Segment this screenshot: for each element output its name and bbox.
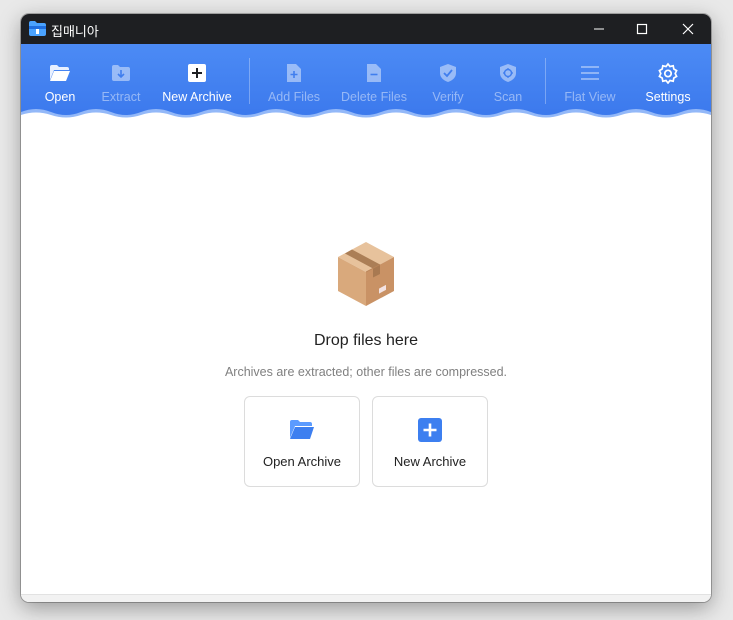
toolbar: Open Extract New Archive Add Files Delet… xyxy=(21,44,711,120)
maximize-icon xyxy=(636,23,648,35)
toolbar-separator xyxy=(249,58,250,104)
close-icon xyxy=(682,23,694,35)
folder-open-icon xyxy=(49,62,71,84)
toolbar-wave-decoration xyxy=(21,109,711,120)
plus-square-icon xyxy=(186,62,208,84)
drop-subtitle: Archives are extracted; other files are … xyxy=(224,365,508,379)
status-bar xyxy=(21,594,711,602)
plus-square-icon xyxy=(417,417,443,443)
close-button[interactable] xyxy=(665,14,711,44)
drop-title: Drop files here xyxy=(313,332,419,349)
delete-file-icon xyxy=(363,62,385,84)
drop-zone[interactable]: Drop files here Archives are extracted; … xyxy=(21,120,711,594)
minimize-button[interactable] xyxy=(576,14,622,44)
toolbar-separator xyxy=(545,58,546,104)
add-file-icon xyxy=(283,62,305,84)
package-box-icon xyxy=(335,240,397,310)
new-archive-button[interactable]: New Archive xyxy=(372,396,488,487)
shield-scan-icon xyxy=(497,62,519,84)
folder-open-icon xyxy=(289,417,315,443)
title-bar: 집매니아 xyxy=(21,14,711,44)
open-archive-button[interactable]: Open Archive xyxy=(244,396,360,487)
minimize-icon xyxy=(594,28,604,30)
list-icon xyxy=(579,62,601,84)
gear-icon xyxy=(657,62,679,84)
app-logo-icon xyxy=(29,21,46,36)
shield-check-icon xyxy=(437,62,459,84)
window-title: 집매니아 xyxy=(51,25,99,40)
extract-icon xyxy=(110,62,132,84)
maximize-button[interactable] xyxy=(619,14,665,44)
app-window: 집매니아 Open Extract New Archive Add Files … xyxy=(21,14,711,602)
